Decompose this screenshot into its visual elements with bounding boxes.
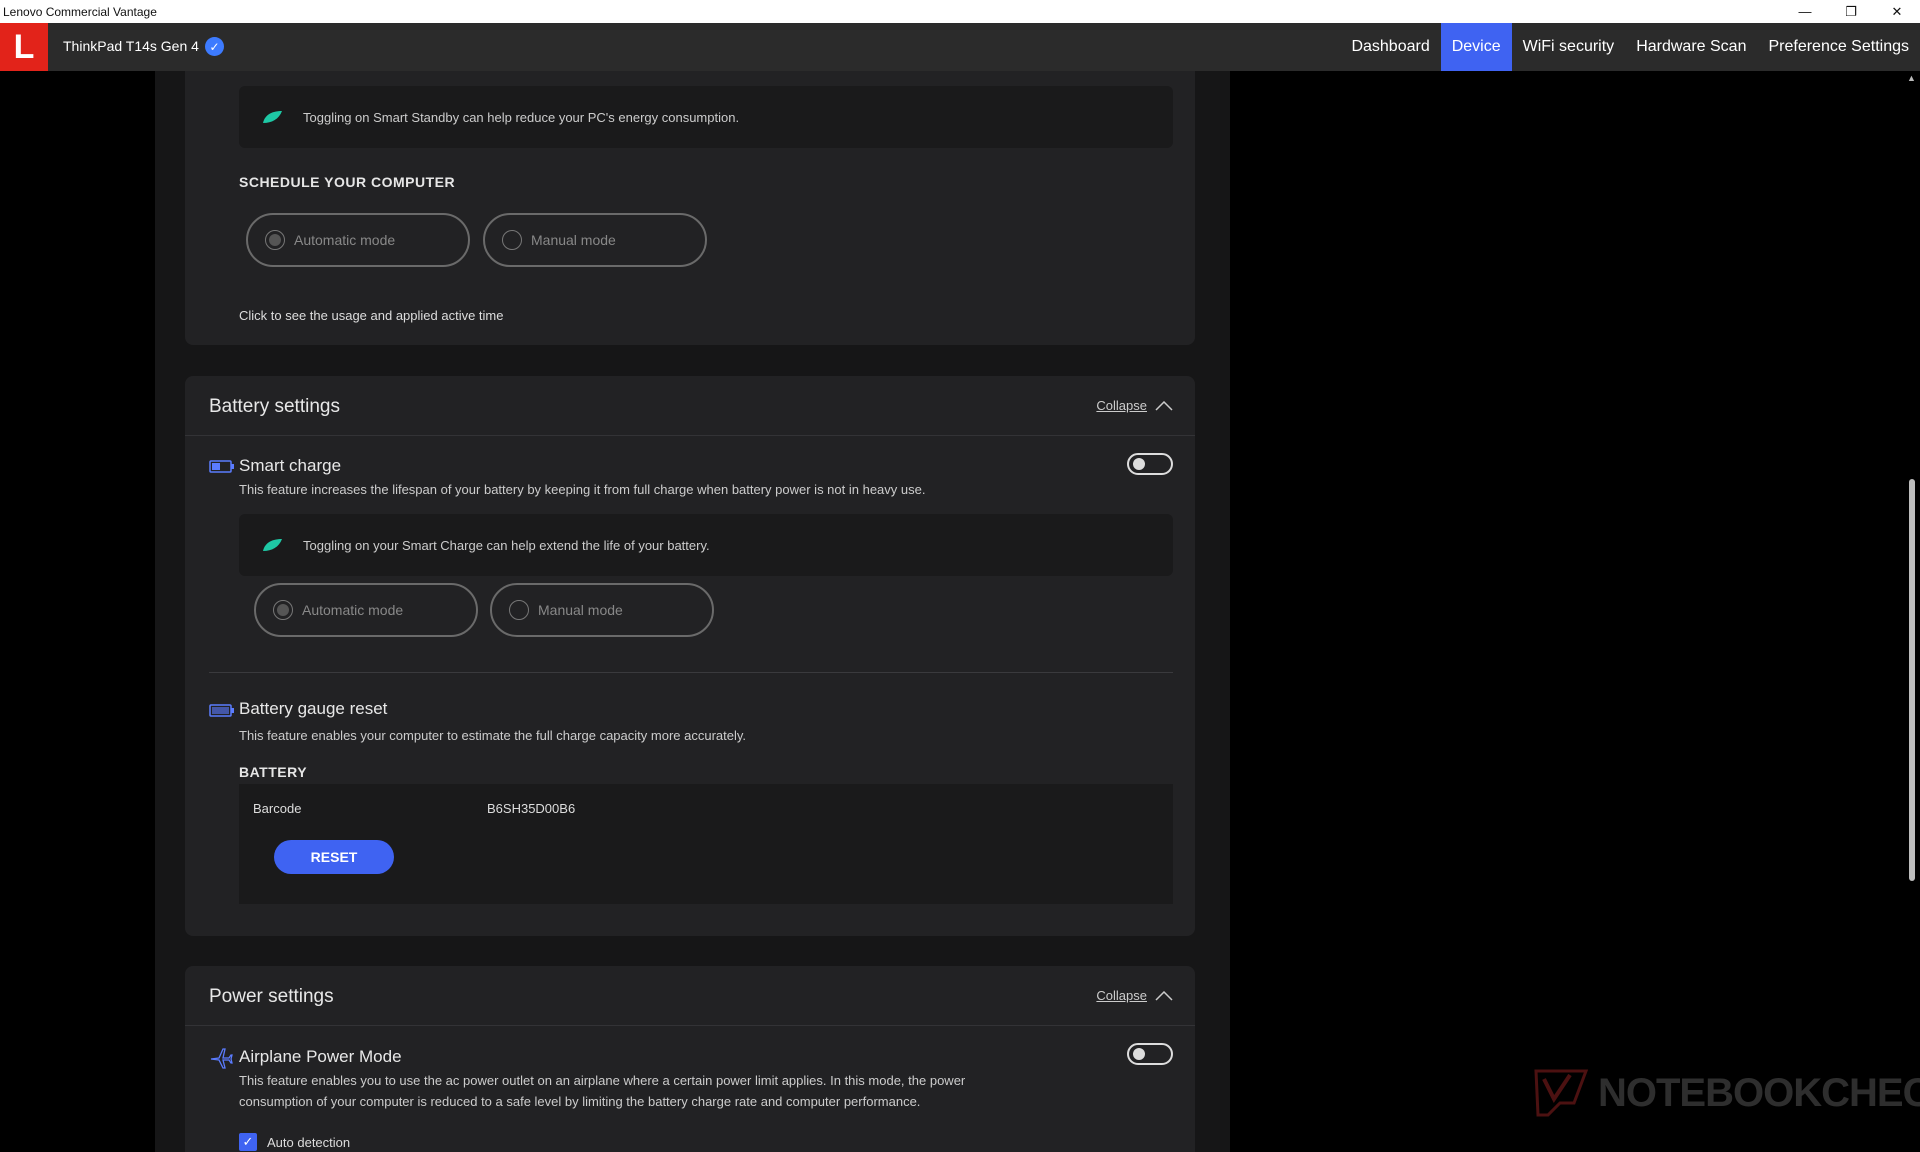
power-settings-title: Power settings xyxy=(209,986,334,1007)
battery-collapse-label: Collapse xyxy=(1096,398,1147,413)
nav-tab-device[interactable]: Device xyxy=(1440,23,1512,71)
power-collapse-label: Collapse xyxy=(1096,988,1147,1003)
smart-charge-title: Smart charge xyxy=(239,456,342,475)
smart-standby-info: Toggling on Smart Standby can help reduc… xyxy=(239,86,1173,148)
battery-gauge-reset-title: Battery gauge reset xyxy=(239,699,388,718)
close-button[interactable]: ✕ xyxy=(1874,0,1920,23)
airplane-power-mode-title: Airplane Power Mode xyxy=(239,1047,402,1066)
charge-automatic-mode-option[interactable]: Automatic mode xyxy=(254,583,478,637)
device-name: ThinkPad T14s Gen 4 xyxy=(63,38,199,54)
airplane-icon xyxy=(210,1048,233,1069)
battery-settings-title: Battery settings xyxy=(209,396,340,417)
restore-icon: ❐ xyxy=(1845,3,1857,19)
watermark-text: NOTEBOOKCHECK xyxy=(1598,1070,1920,1115)
schedule-heading: SCHEDULE YOUR COMPUTER xyxy=(239,174,456,190)
main-nav: Dashboard Device WiFi security Hardware … xyxy=(1340,23,1920,71)
chevron-up-icon xyxy=(1155,400,1173,411)
radio-icon xyxy=(509,600,529,620)
leaf-icon xyxy=(263,539,282,551)
smart-charge-info-text: Toggling on your Smart Charge can help e… xyxy=(303,537,710,553)
standby-automatic-mode-option[interactable]: Automatic mode xyxy=(246,213,470,267)
auto-detection-checkbox[interactable]: ✓ xyxy=(239,1133,257,1151)
nav-tab-wifi-security[interactable]: WiFi security xyxy=(1512,23,1626,71)
radio-icon xyxy=(273,600,293,620)
barcode-value: B6SH35D00B6 xyxy=(487,801,576,816)
verified-check-icon: ✓ xyxy=(205,37,224,56)
vertical-scrollbar[interactable]: ▲ xyxy=(1903,71,1920,1152)
charge-manual-mode-label: Manual mode xyxy=(538,602,623,618)
scrollbar-thumb[interactable] xyxy=(1909,479,1915,881)
card-divider xyxy=(185,1025,1195,1026)
battery-heading: BATTERY xyxy=(239,764,308,780)
smart-standby-card: Toggling on Smart Standby can help reduc… xyxy=(185,71,1195,345)
lenovo-logo: L xyxy=(0,23,48,71)
main-content: Toggling on Smart Standby can help reduc… xyxy=(155,71,1230,1152)
airplane-power-mode-description-1: This feature enables you to use the ac p… xyxy=(239,1073,966,1088)
smart-charge-toggle[interactable] xyxy=(1127,453,1173,475)
minimize-button[interactable]: — xyxy=(1782,0,1828,23)
charge-manual-mode-option[interactable]: Manual mode xyxy=(490,583,714,637)
section-divider xyxy=(209,672,1173,673)
smart-standby-info-text: Toggling on Smart Standby can help reduc… xyxy=(303,109,740,125)
reset-button[interactable]: RESET xyxy=(274,840,394,874)
smart-charge-info: Toggling on your Smart Charge can help e… xyxy=(239,514,1173,576)
standby-manual-mode-label: Manual mode xyxy=(531,232,616,248)
watermark: NOTEBOOKCHECK xyxy=(1530,1063,1920,1123)
checkmark-icon: ✓ xyxy=(242,1134,254,1149)
restore-button[interactable]: ❐ xyxy=(1828,0,1874,23)
battery-gauge-icon xyxy=(209,704,234,717)
battery-collapse-button[interactable]: Collapse xyxy=(1096,398,1173,413)
airplane-power-mode-toggle[interactable] xyxy=(1127,1043,1173,1065)
scroll-up-icon[interactable]: ▲ xyxy=(1907,73,1916,83)
chevron-up-icon xyxy=(1155,990,1173,1001)
window-title: Lenovo Commercial Vantage xyxy=(3,5,157,19)
app-header: L ThinkPad T14s Gen 4 ✓ Dashboard Device… xyxy=(0,23,1920,71)
barcode-label: Barcode xyxy=(253,801,302,816)
standby-automatic-mode-label: Automatic mode xyxy=(294,232,396,248)
window-titlebar: Lenovo Commercial Vantage — ❐ ✕ xyxy=(0,0,1920,23)
battery-gauge-reset-description: This feature enables your computer to es… xyxy=(239,728,747,743)
nav-tab-preference-settings[interactable]: Preference Settings xyxy=(1757,23,1920,71)
smart-charge-description: This feature increases the lifespan of y… xyxy=(239,482,926,497)
radio-icon xyxy=(502,230,522,250)
charge-automatic-mode-label: Automatic mode xyxy=(302,602,404,618)
battery-info-box: Barcode B6SH35D00B6 RESET xyxy=(239,784,1173,904)
standby-manual-mode-option[interactable]: Manual mode xyxy=(483,213,707,267)
radio-icon xyxy=(265,230,285,250)
minimize-icon: — xyxy=(1798,4,1812,19)
power-settings-card: Power settings Collapse Airplane Power M… xyxy=(185,966,1195,1152)
card-divider xyxy=(185,435,1195,436)
auto-detection-label: Auto detection xyxy=(267,1135,351,1150)
airplane-power-mode-description-2: consumption of your computer is reduced … xyxy=(239,1094,921,1109)
battery-icon xyxy=(209,460,234,473)
battery-settings-card: Battery settings Collapse Smart charge T… xyxy=(185,376,1195,936)
power-collapse-button[interactable]: Collapse xyxy=(1096,988,1173,1003)
notebookcheck-logo-icon xyxy=(1534,1069,1589,1117)
nav-tab-dashboard[interactable]: Dashboard xyxy=(1340,23,1440,71)
nav-tab-hardware-scan[interactable]: Hardware Scan xyxy=(1625,23,1757,71)
leaf-icon xyxy=(263,111,282,123)
close-icon: ✕ xyxy=(1891,3,1903,19)
usage-link[interactable]: Click to see the usage and applied activ… xyxy=(239,308,504,323)
